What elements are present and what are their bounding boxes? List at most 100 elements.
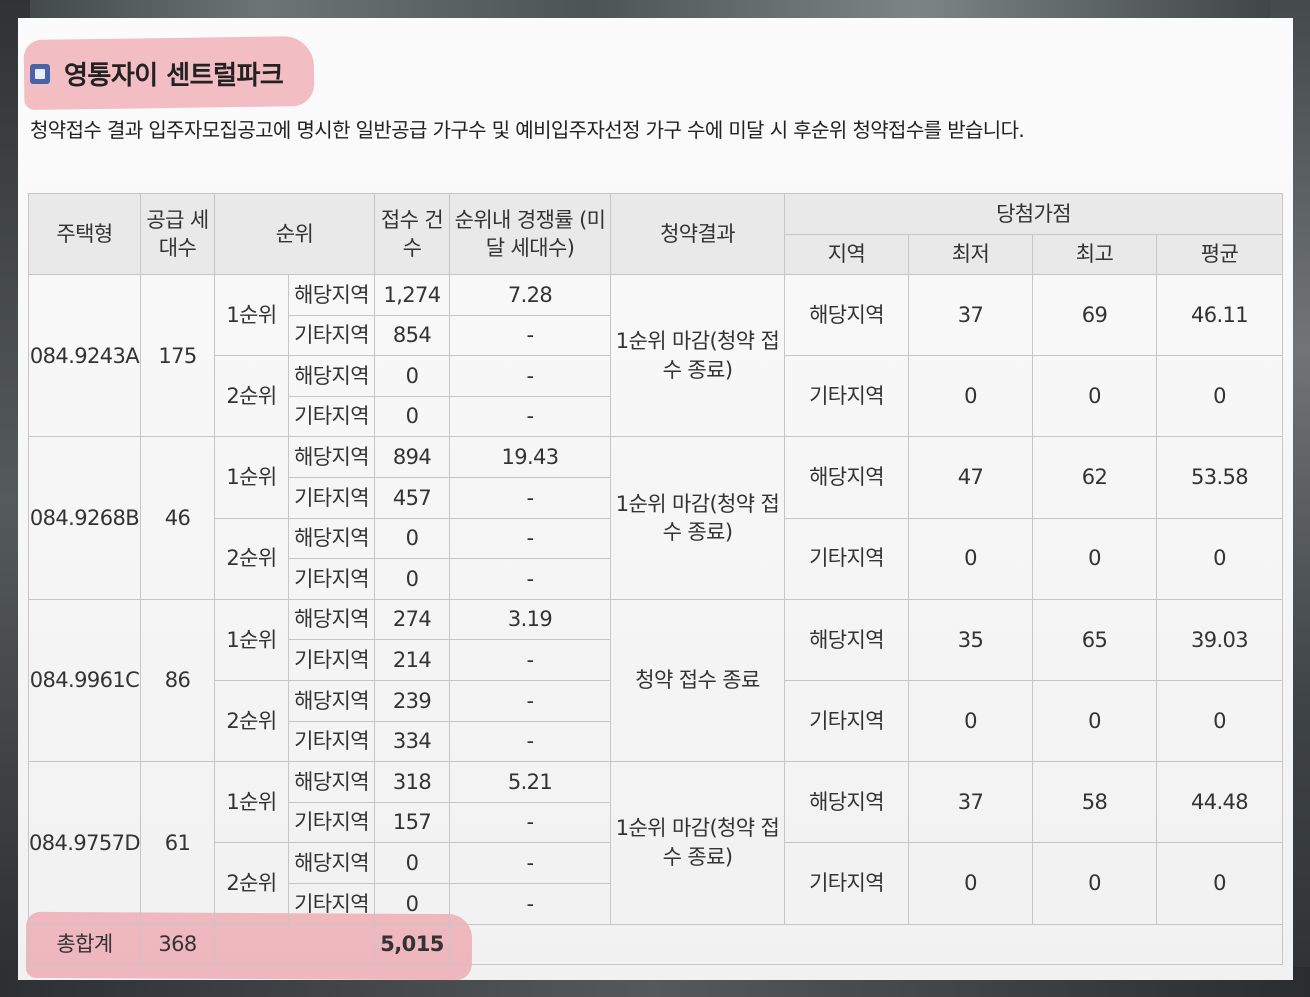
- score-region-cell: 해당지역: [784, 761, 910, 844]
- header-max: 최고: [1032, 233, 1158, 275]
- score-min-cell: 0: [908, 517, 1034, 600]
- house-type-cell: 084.9243A: [28, 273, 141, 438]
- rate-cell: -: [449, 395, 612, 438]
- rate-cell: -: [449, 720, 612, 763]
- result-cell: 1순위 마감(청약 접수 종료): [610, 436, 786, 600]
- area-cell: 기타지역: [287, 720, 376, 763]
- score-max-cell: 0: [1032, 679, 1158, 763]
- area-cell: 기타지역: [287, 801, 376, 844]
- table-row: 084.9961C 86 1순위 해당지역 274 3.19 청약 접수 종료 …: [28, 598, 1284, 763]
- table-row: 084.9757D 61 1순위 해당지역 318 5.21 1순위 마감(청약…: [28, 761, 1284, 925]
- area-cell: 기타지역: [287, 395, 376, 438]
- score-max-cell: 0: [1032, 842, 1158, 925]
- count-cell: 318: [374, 761, 451, 803]
- table-row: 084.9243A 175 1순위 해당지역 1,274 7.28 1순위 마감…: [28, 273, 1284, 438]
- area-cell: 기타지역: [287, 476, 376, 519]
- area-cell: 기타지역: [287, 314, 376, 357]
- count-cell: 0: [374, 517, 451, 560]
- total-row: 총합계 368 5,015: [28, 923, 1284, 966]
- table-body: 084.9243A 175 1순위 해당지역 1,274 7.28 1순위 마감…: [28, 273, 1284, 966]
- area-cell: 해당지역: [287, 761, 376, 803]
- area-cell: 해당지역: [287, 436, 376, 478]
- table-row: 084.9268B 46 1순위 해당지역 894 19.43 1순위 마감(청…: [28, 436, 1284, 600]
- area-cell: 해당지역: [287, 842, 376, 884]
- square-bullet-icon: [30, 64, 50, 84]
- count-cell: 214: [374, 639, 451, 681]
- score-region-cell: 해당지역: [784, 436, 910, 519]
- score-min-cell: 0: [908, 679, 1034, 763]
- header-avg: 평균: [1156, 233, 1284, 275]
- score-region-cell: 기타지역: [784, 355, 910, 438]
- area-cell: 해당지역: [287, 679, 376, 722]
- count-cell: 0: [374, 355, 451, 397]
- rate-cell: -: [449, 314, 612, 357]
- total-applications: 5,015: [374, 923, 451, 966]
- count-cell: 0: [374, 842, 451, 884]
- result-cell: 1순위 마감(청약 접수 종료): [610, 761, 786, 925]
- area-cell: 해당지역: [287, 274, 376, 316]
- area-cell: 기타지역: [287, 639, 376, 681]
- rate-cell: -: [449, 558, 612, 600]
- rate-cell: -: [449, 882, 612, 925]
- area-cell: 기타지역: [287, 882, 376, 925]
- score-min-cell: 37: [908, 761, 1034, 844]
- area-cell: 해당지역: [287, 355, 376, 397]
- score-region-cell: 기타지역: [784, 842, 910, 925]
- page-title: 영통자이 센트럴파크: [64, 61, 284, 91]
- rate-cell: -: [449, 355, 612, 397]
- score-max-cell: 0: [1032, 355, 1158, 438]
- score-avg-cell: 39.03: [1156, 598, 1284, 681]
- score-avg-cell: 53.58: [1156, 436, 1284, 519]
- rate-cell: -: [449, 801, 612, 844]
- house-type-cell: 084.9961C: [28, 598, 141, 763]
- count-cell: 894: [374, 436, 451, 478]
- score-region-cell: 기타지역: [784, 517, 910, 600]
- rank-cell: 2순위: [214, 679, 289, 763]
- score-avg-cell: 0: [1156, 679, 1284, 763]
- header-rank: 순위: [213, 193, 376, 275]
- rate-cell: 3.19: [449, 598, 612, 641]
- rank-cell: 1순위: [214, 598, 289, 681]
- rate-cell: 7.28: [449, 274, 612, 316]
- score-max-cell: 69: [1032, 273, 1158, 357]
- score-region-cell: 해당지역: [784, 273, 910, 357]
- count-cell: 0: [374, 558, 451, 600]
- score-avg-cell: 0: [1156, 355, 1284, 438]
- count-cell: 334: [374, 720, 451, 763]
- rate-cell: -: [449, 476, 612, 519]
- rate-cell: -: [449, 842, 612, 884]
- rank-cell: 1순위: [214, 436, 289, 519]
- header-supply-units: 공급 세대수: [140, 193, 215, 275]
- result-cell: 1순위 마감(청약 접수 종료): [610, 273, 786, 438]
- count-cell: 854: [374, 314, 451, 357]
- score-avg-cell: 46.11: [1156, 273, 1284, 357]
- score-region-cell: 기타지역: [784, 679, 910, 763]
- count-cell: 274: [374, 598, 451, 641]
- count-cell: 457: [374, 476, 451, 519]
- total-label: 총합계: [28, 923, 141, 966]
- score-avg-cell: 0: [1156, 517, 1284, 600]
- score-max-cell: 65: [1032, 598, 1158, 681]
- area-cell: 기타지역: [287, 558, 376, 600]
- count-cell: 1,274: [374, 274, 451, 316]
- count-cell: 239: [374, 679, 451, 722]
- score-max-cell: 62: [1032, 436, 1158, 519]
- rank-cell: 1순위: [214, 273, 289, 357]
- score-min-cell: 35: [908, 598, 1034, 681]
- total-empty-rank: [213, 923, 376, 966]
- supply-cell: 86: [140, 598, 215, 763]
- count-cell: 157: [374, 801, 451, 844]
- score-max-cell: 58: [1032, 761, 1158, 844]
- score-region-cell: 해당지역: [784, 598, 910, 681]
- rank-cell: 2순위: [214, 517, 289, 600]
- count-cell: 0: [374, 395, 451, 438]
- header-result: 청약결과: [610, 193, 786, 275]
- header-region: 지역: [784, 233, 910, 275]
- area-cell: 해당지역: [287, 598, 376, 641]
- subscription-results-table: 주택형 공급 세대수 순위 접수 건수 순위내 경쟁률 (미달 세대수) 청약결…: [28, 193, 1284, 966]
- notice-text: 청약접수 결과 입주자모집공고에 명시한 일반공급 가구수 및 예비입주자선정 …: [30, 118, 1025, 142]
- score-min-cell: 0: [908, 842, 1034, 925]
- header-house-type: 주택형: [28, 193, 141, 275]
- count-cell: 0: [374, 882, 451, 925]
- rate-cell: 19.43: [449, 436, 612, 478]
